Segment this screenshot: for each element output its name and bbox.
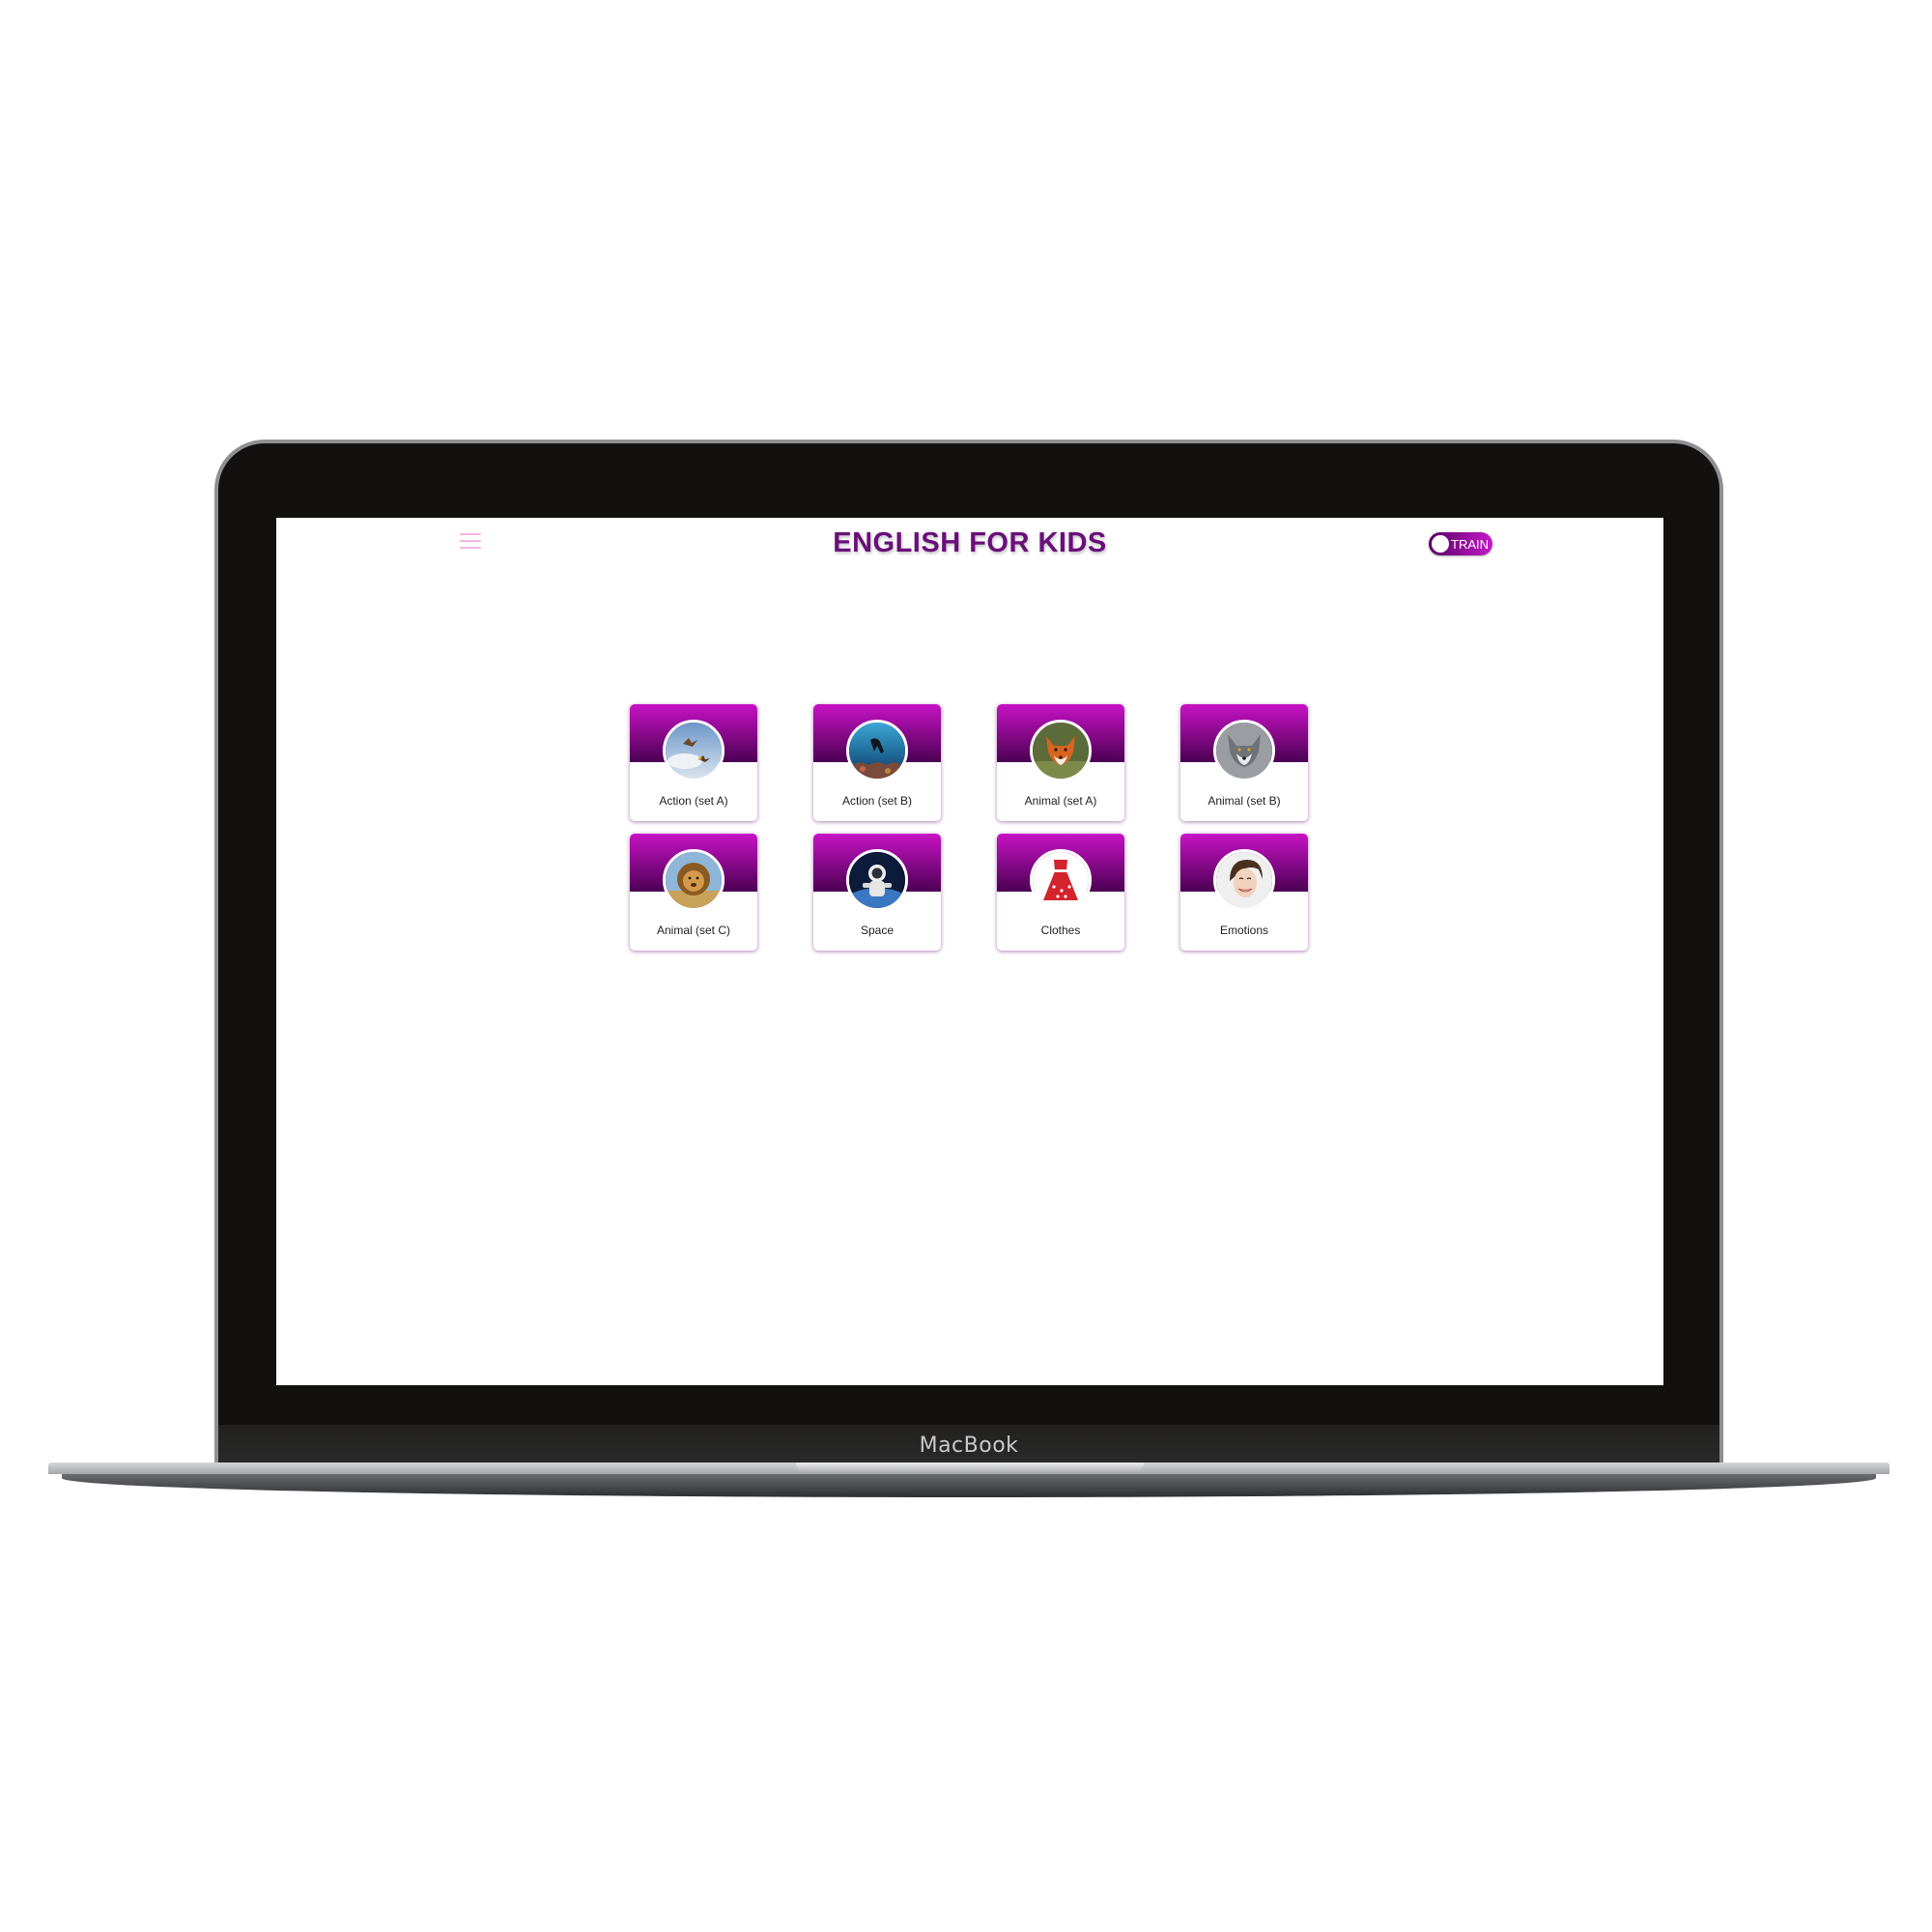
- card-label: Action (set A): [659, 794, 728, 808]
- card-label: Animal (set B): [1208, 794, 1281, 808]
- toggle-label: TRAIN: [1451, 537, 1489, 552]
- toggle-knob: [1432, 535, 1449, 553]
- category-card-animal-set-a[interactable]: Animal (set A): [997, 704, 1124, 821]
- category-card-action-set-b[interactable]: Action (set B): [813, 704, 941, 821]
- card-label: Animal (set A): [1024, 794, 1097, 808]
- card-label: Clothes: [1040, 923, 1081, 937]
- base-bottom-edge: [62, 1474, 1876, 1497]
- card-label: Animal (set C): [656, 923, 730, 937]
- train-play-toggle[interactable]: TRAIN: [1429, 532, 1492, 555]
- wolf-image: [1213, 720, 1275, 781]
- bezel-chin: MacBook: [218, 1425, 1719, 1465]
- category-card-clothes[interactable]: Clothes: [997, 834, 1124, 951]
- astronaut-image: [846, 849, 908, 911]
- brand-label: MacBook: [919, 1434, 1019, 1458]
- card-label: Action (set B): [841, 794, 913, 808]
- smiling-woman-image: [1213, 849, 1275, 911]
- base-notch: [796, 1463, 1144, 1472]
- category-card-animal-set-b[interactable]: Animal (set B): [1180, 704, 1308, 821]
- diver-underwater-image: [846, 720, 908, 781]
- fox-image: [1030, 720, 1092, 781]
- category-card-emotions[interactable]: Emotions: [1180, 834, 1308, 951]
- category-grid: Action (set A) Action (set B) Animal (se…: [630, 704, 1314, 951]
- laptop-base: [48, 1463, 1889, 1501]
- category-card-animal-set-c[interactable]: Animal (set C): [630, 834, 757, 951]
- app-screen: ENGLISH FOR KIDS TRAIN Action (set A) Ac…: [276, 518, 1663, 1385]
- card-label: Emotions: [1219, 923, 1269, 937]
- red-dress-image: [1030, 849, 1092, 911]
- birds-in-sky-image: [663, 720, 724, 781]
- category-card-action-set-a[interactable]: Action (set A): [630, 704, 757, 821]
- lion-image: [663, 849, 724, 911]
- category-card-space[interactable]: Space: [813, 834, 941, 951]
- card-label: Space: [860, 923, 895, 937]
- laptop-mockup: MacBook ENGLISH FOR KIDS TRAIN Action (s…: [0, 0, 1932, 1932]
